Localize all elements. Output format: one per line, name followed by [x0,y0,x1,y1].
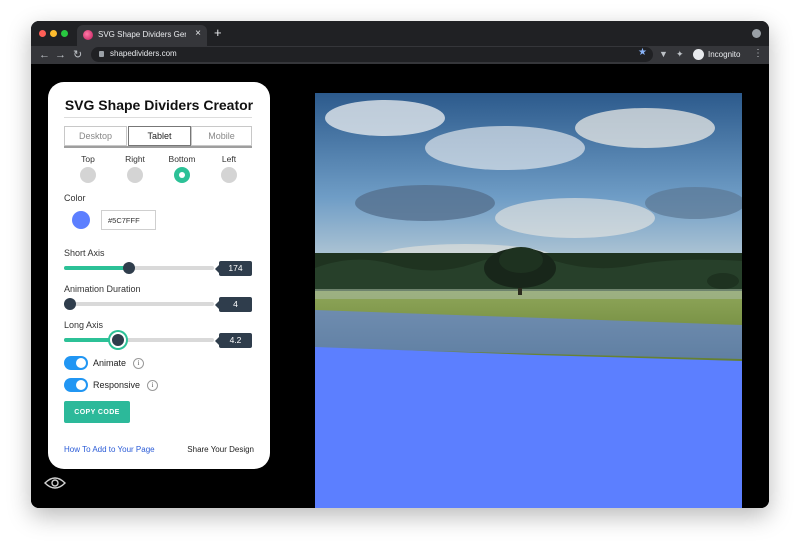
forward-icon[interactable]: → [55,48,66,62]
short-axis-slider[interactable] [64,262,214,274]
divider-front-layer [315,347,742,508]
short-axis-label: Short Axis [64,248,105,258]
tab-mobile[interactable]: Mobile [191,126,252,146]
responsive-label: Responsive [93,380,141,390]
tab-bar: SVG Shape Dividers Generator × + [31,21,769,46]
animate-toggle[interactable] [64,356,88,370]
animate-info-icon[interactable]: i [133,358,144,369]
page-viewport: SVG Shape Dividers Creator Desktop Table… [31,64,769,508]
position-radio-top[interactable] [80,167,96,183]
responsive-toggle[interactable] [64,378,88,392]
extensions-icon[interactable]: ✦ [676,49,684,60]
animation-duration-slider[interactable] [64,298,214,310]
animation-duration-thumb[interactable] [64,298,76,310]
profile-circle-icon[interactable] [752,29,761,38]
tab-close-icon[interactable]: × [195,28,201,39]
new-tab-button[interactable]: + [214,25,222,41]
short-axis-thumb[interactable] [122,262,135,274]
long-axis-label: Long Axis [64,320,104,330]
animation-duration-value: 4 [215,297,252,312]
long-axis-value: 4.2 [215,333,252,348]
position-label-left: Left [221,154,237,164]
incognito-label: Incognito [708,50,741,59]
tabs-underline [64,146,252,148]
url-text: shapedividers.com [110,49,177,58]
browser-window: SVG Shape Dividers Generator × + ← → ↻ s… [31,21,769,508]
eye-icon[interactable] [44,476,66,490]
color-hex-input[interactable] [101,210,156,230]
copy-code-button[interactable]: COPY CODE [64,401,130,423]
menu-icon[interactable]: ⋮ [753,48,763,59]
tab-desktop[interactable]: Desktop [64,126,127,146]
position-label-right: Right [125,154,145,164]
share-design-link[interactable]: Share Your Design [187,445,254,454]
vpn-extension-icon[interactable]: ▼ [659,49,668,59]
position-radio-bottom[interactable] [174,167,190,183]
color-label: Color [64,193,86,203]
close-window-button[interactable] [39,30,46,37]
back-icon[interactable]: ← [39,48,50,62]
position-label-bottom: Bottom [168,154,196,164]
responsive-toggle-knob [76,380,86,390]
position-radio-left[interactable] [221,167,237,183]
tab-title: SVG Shape Dividers Generator [98,30,186,39]
star-icon[interactable]: ★ [638,47,647,58]
animation-duration-label: Animation Duration [64,284,141,294]
site-favicon-icon [83,30,93,40]
animate-toggle-knob [76,358,86,368]
animate-label: Animate [93,358,127,368]
zoom-window-button[interactable] [61,30,68,37]
title-divider [64,117,252,118]
controls-panel: SVG Shape Dividers Creator Desktop Table… [48,82,270,469]
how-to-add-link[interactable]: How To Add to Your Page [64,445,155,454]
page-title: SVG Shape Dividers Creator [64,97,254,113]
tab-tablet[interactable]: Tablet [128,126,191,146]
browser-toolbar: ← → ↻ shapedividers.com ★ ▼ ✦ Incognito … [31,46,769,64]
position-label-top: Top [81,154,95,164]
short-axis-value: 174 [215,261,252,276]
long-axis-thumb[interactable] [110,332,126,348]
lock-icon [99,51,104,57]
color-swatch[interactable] [72,211,90,229]
responsive-info-icon[interactable]: i [147,380,158,391]
minimize-window-button[interactable] [50,30,57,37]
divider-preview [315,93,742,508]
long-axis-slider[interactable] [64,332,214,348]
position-radio-right[interactable] [127,167,143,183]
incognito-icon[interactable] [693,49,704,60]
reload-icon[interactable]: ↻ [73,48,82,62]
address-bar[interactable]: shapedividers.com ★ [91,47,653,62]
short-axis-fill [64,266,129,270]
browser-tab[interactable]: SVG Shape Dividers Generator × [77,25,207,46]
